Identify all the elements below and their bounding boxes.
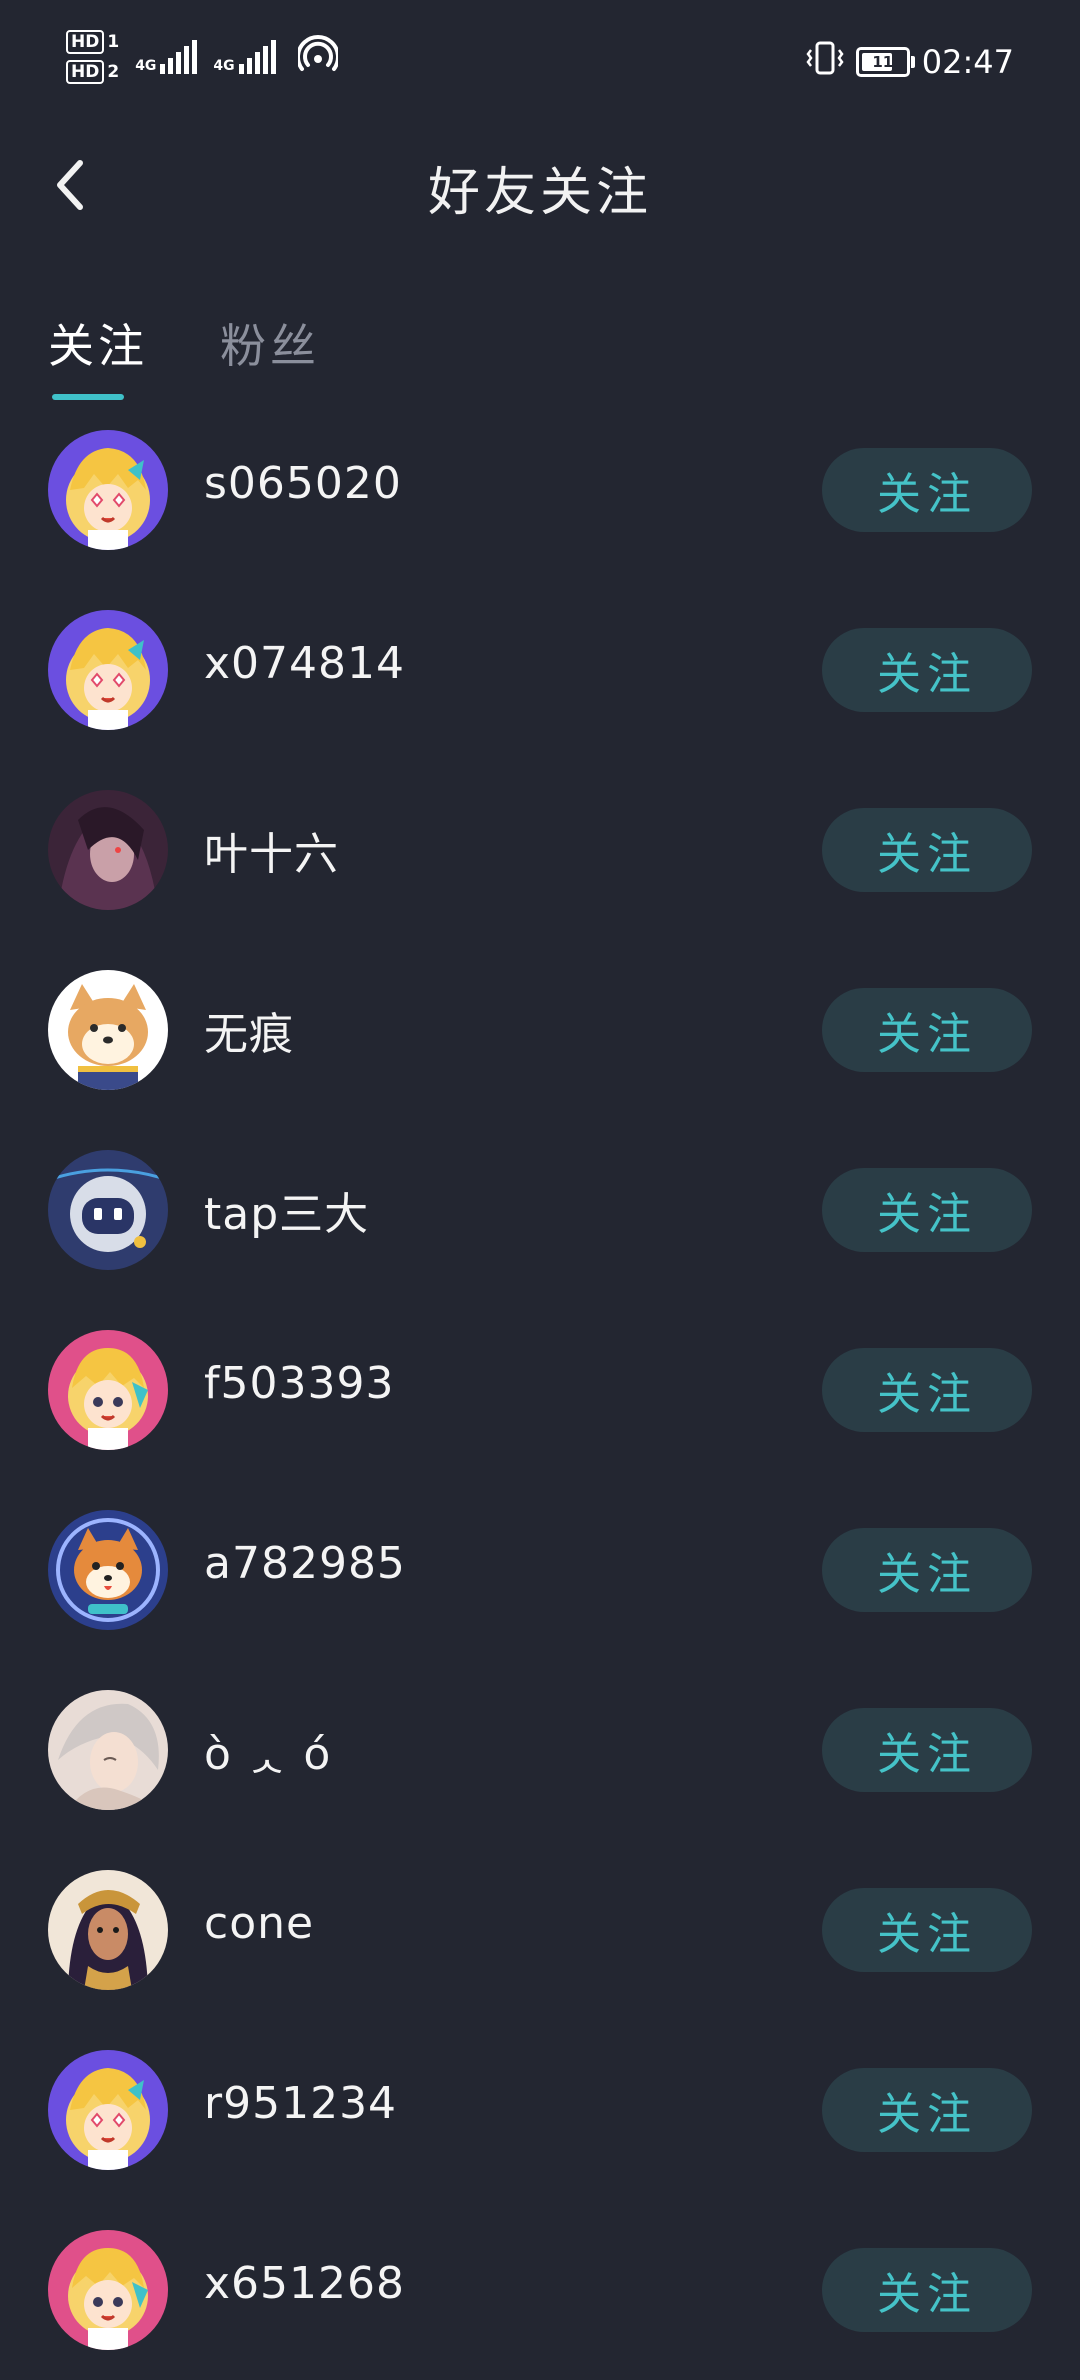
follow-button[interactable]: 关注 [822, 1348, 1032, 1432]
avatar[interactable] [48, 790, 168, 910]
follow-button[interactable]: 关注 [822, 1708, 1032, 1792]
follow-button[interactable]: 关注 [822, 1888, 1032, 1972]
hd-badge-2: HD 2 [66, 60, 119, 84]
avatar[interactable] [48, 970, 168, 1090]
clock: 02:47 [921, 43, 1014, 81]
user-row[interactable]: tap三大 关注 [0, 1120, 1080, 1300]
avatar[interactable] [48, 1330, 168, 1450]
username[interactable]: s065020 [204, 458, 402, 509]
username[interactable]: f503393 [204, 1358, 394, 1409]
username[interactable]: x651268 [204, 2258, 405, 2309]
follow-button[interactable]: 关注 [822, 2068, 1032, 2152]
header: 好友关注 [0, 130, 1080, 240]
username[interactable]: ò ᆺ ó [204, 1718, 331, 1782]
username[interactable]: x074814 [204, 638, 405, 689]
user-row[interactable]: 叶十六 关注 [0, 760, 1080, 940]
username[interactable]: tap三大 [204, 1178, 369, 1242]
user-row[interactable]: x074814 关注 [0, 580, 1080, 760]
tab-fans[interactable]: 粉丝 [220, 310, 320, 376]
avatar[interactable] [48, 1150, 168, 1270]
follow-button[interactable]: 关注 [822, 1168, 1032, 1252]
user-list: s065020 关注 x074814 关注 叶十六 关注 无痕 关注 tap三大… [0, 400, 1080, 2380]
avatar[interactable] [48, 610, 168, 730]
status-bar: HD 1 HD 2 4G 4G 11 02:47 [0, 0, 1080, 120]
user-row[interactable]: ò ᆺ ó 关注 [0, 1660, 1080, 1840]
follow-button[interactable]: 关注 [822, 448, 1032, 532]
page-title: 好友关注 [427, 163, 652, 223]
signal-1: 4G [135, 40, 198, 74]
status-bar-left: HD 1 HD 2 4G 4G [66, 30, 340, 84]
avatar[interactable] [48, 1870, 168, 1990]
username[interactable]: r951234 [204, 2078, 397, 2129]
username[interactable]: 无痕 [204, 998, 294, 1062]
follow-button[interactable]: 关注 [822, 628, 1032, 712]
vibrate-icon [806, 40, 844, 84]
follow-button[interactable]: 关注 [822, 2248, 1032, 2332]
avatar[interactable] [48, 1510, 168, 1630]
user-row[interactable]: 无痕 关注 [0, 940, 1080, 1120]
user-row[interactable]: f503393 关注 [0, 1300, 1080, 1480]
hotspot-icon [295, 35, 340, 79]
user-row[interactable]: x651268 关注 [0, 2200, 1080, 2380]
username[interactable]: cone [204, 1898, 314, 1949]
user-row[interactable]: cone 关注 [0, 1840, 1080, 2020]
hd-badge-1: HD 1 [66, 30, 119, 54]
battery-icon: 11 [855, 47, 915, 77]
avatar[interactable] [48, 430, 168, 550]
username[interactable]: 叶十六 [204, 818, 339, 882]
user-row[interactable]: s065020 关注 [0, 400, 1080, 580]
status-bar-right: 11 02:47 [806, 40, 1014, 84]
signal-bars-icon [160, 40, 198, 74]
signal-2: 4G [213, 40, 276, 74]
tab-bar: 关注 粉丝 [0, 290, 1080, 410]
avatar[interactable] [48, 2230, 168, 2350]
hd-indicators: HD 1 HD 2 [66, 30, 119, 84]
user-row[interactable]: r951234 关注 [0, 2020, 1080, 2200]
signal-bars-icon [238, 40, 276, 74]
follow-button[interactable]: 关注 [822, 988, 1032, 1072]
tab-follow[interactable]: 关注 [48, 310, 148, 376]
follow-button[interactable]: 关注 [822, 1528, 1032, 1612]
username[interactable]: a782985 [204, 1538, 406, 1589]
follow-button[interactable]: 关注 [822, 808, 1032, 892]
avatar[interactable] [48, 2050, 168, 2170]
avatar[interactable] [48, 1690, 168, 1810]
user-row[interactable]: a782985 关注 [0, 1480, 1080, 1660]
